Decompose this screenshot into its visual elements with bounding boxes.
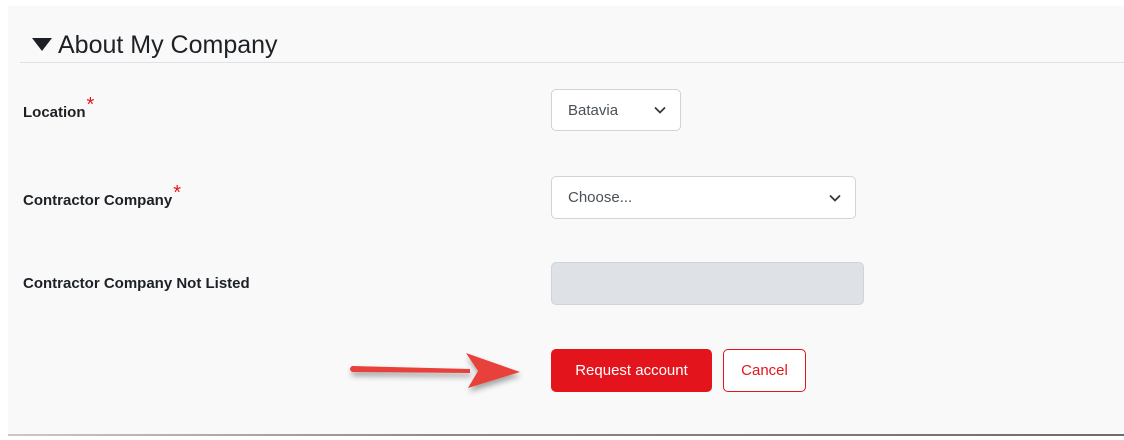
contractor-company-label: Contractor Company* <box>23 182 181 211</box>
section-divider <box>20 62 1124 63</box>
chevron-down-icon <box>829 194 841 202</box>
location-label: Location* <box>23 94 94 123</box>
section-title: About My Company <box>58 30 278 59</box>
contractor-company-label-text: Contractor Company <box>23 192 173 209</box>
contractor-not-listed-label-text: Contractor Company Not Listed <box>23 275 250 292</box>
chevron-down-icon <box>654 106 666 114</box>
contractor-not-listed-label: Contractor Company Not Listed <box>23 275 250 292</box>
contractor-company-select[interactable]: Choose... <box>551 176 856 219</box>
location-select[interactable]: Batavia <box>551 89 681 131</box>
arrow-annotation-icon <box>350 353 520 388</box>
request-account-button[interactable]: Request account <box>551 349 712 392</box>
cancel-button[interactable]: Cancel <box>723 349 806 392</box>
section-header-toggle[interactable]: About My Company <box>32 28 278 62</box>
location-select-value: Batavia <box>568 101 619 119</box>
bottom-border <box>8 434 1124 436</box>
contractor-not-listed-input[interactable] <box>551 262 864 305</box>
location-label-text: Location <box>23 104 86 121</box>
caret-down-icon <box>32 38 52 51</box>
required-asterisk-icon: * <box>173 182 181 204</box>
required-asterisk-icon: * <box>86 94 95 116</box>
contractor-company-select-value: Choose... <box>568 189 633 206</box>
page: About My Company Location* Batavia Contr… <box>0 0 1124 440</box>
